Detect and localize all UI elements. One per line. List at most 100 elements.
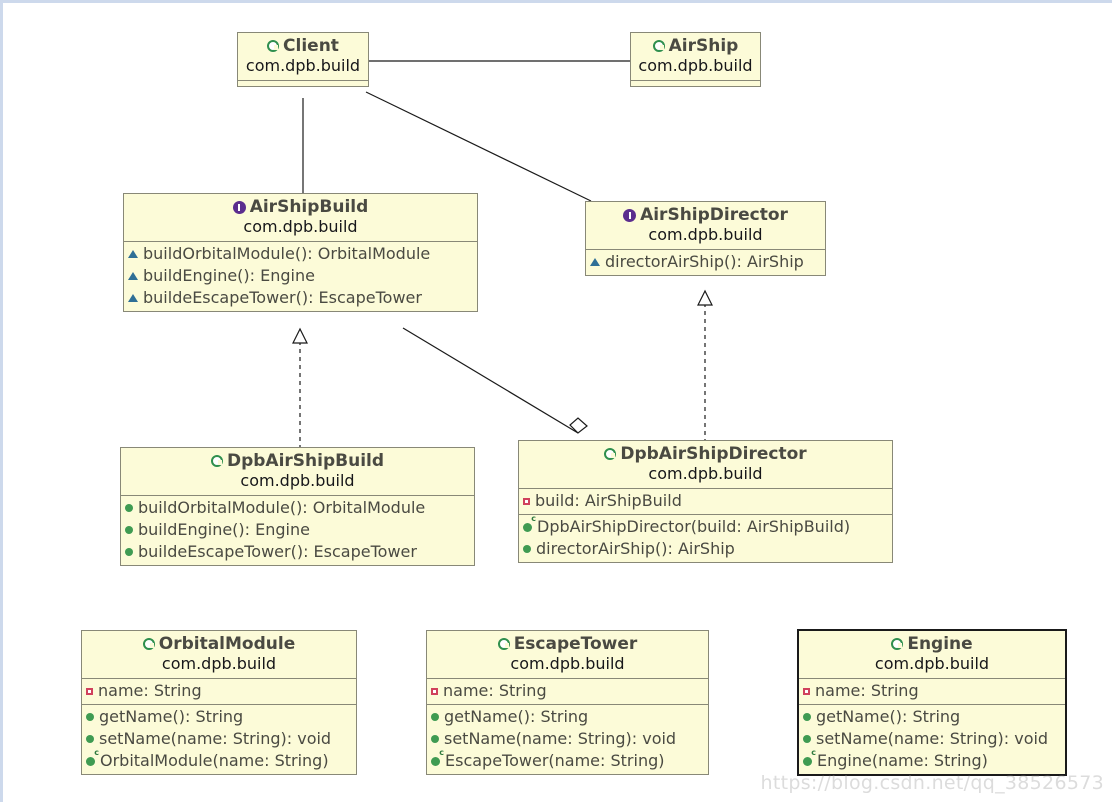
airshipdirector-name: AirShipDirector [640,205,788,225]
public-method-icon [125,504,133,512]
class-icon [891,638,904,650]
member-label: setName(name: String): void [444,729,677,748]
uml-diagram-canvas: Client com.dpb.build AirShip com.dpb.bui… [0,0,1112,802]
member-row[interactable]: buildeEscapeTower(): EscapeTower [121,541,474,563]
uml-class-dpbairshipbuild[interactable]: DpbAirShipBuild com.dpb.build buildOrbit… [120,447,475,566]
member-row[interactable]: directorAirShip(): AirShip [586,251,825,273]
escapetower-package: com.dpb.build [510,654,625,673]
client-package: com.dpb.build [245,56,361,75]
uml-class-escapetower[interactable]: EscapeTower com.dpb.build name: String g… [426,630,709,775]
class-icon [652,40,665,52]
member-label: EscapeTower(name: String) [445,751,665,770]
uml-class-dpbairshipdirector[interactable]: DpbAirShipDirector com.dpb.build build: … [518,440,893,563]
orbitalmodule-name: OrbitalModule [158,634,296,654]
public-method-icon [803,735,811,743]
airship-empty-compartment [631,80,760,86]
member-row[interactable]: setName(name: String): void [799,728,1065,750]
member-row[interactable]: EscapeTower(name: String) [427,749,708,772]
member-row[interactable]: Engine(name: String) [799,749,1065,772]
member-row[interactable]: getName(): String [82,706,356,728]
public-method-icon [431,735,439,743]
client-title: Client [244,36,362,56]
dpbairshipdirector-header: DpbAirShipDirector com.dpb.build [519,441,892,489]
private-field-icon [523,497,530,505]
member-label: DpbAirShipDirector(build: AirShipBuild) [537,517,851,536]
constructor-icon [523,515,536,532]
watermark-text: https://blog.csdn.net/qq_38526573 [760,772,1104,794]
interface-icon [232,200,246,214]
realization-arrowhead-airshipbuild [292,327,308,344]
orbitalmodule-package: com.dpb.build [161,654,277,673]
member-label: OrbitalModule(name: String) [100,751,329,770]
engine-name: Engine [907,634,973,654]
uml-class-orbitalmodule[interactable]: OrbitalModule com.dpb.build name: String… [81,630,357,775]
airship-title: AirShip [637,36,754,56]
airship-name: AirShip [668,36,739,56]
member-row[interactable]: buildeEscapeTower(): EscapeTower [124,287,477,309]
member-row[interactable]: setName(name: String): void [427,728,708,750]
public-method-icon [431,713,439,721]
constructor-icon [431,749,444,766]
member-label: directorAirShip(): AirShip [536,539,735,558]
escapetower-header: EscapeTower com.dpb.build [427,631,708,679]
uml-interface-airshipbuild[interactable]: AirShipBuild com.dpb.build buildOrbitalM… [123,193,478,312]
member-label: buildeEscapeTower(): EscapeTower [143,288,422,307]
airshipdirector-methods: directorAirShip(): AirShip [586,250,825,275]
member-label: getName(): String [444,707,589,726]
engine-methods: getName(): String setName(name: String):… [799,704,1065,774]
dpbairshipbuild-package: com.dpb.build [240,471,355,490]
member-row[interactable]: OrbitalModule(name: String) [82,749,356,772]
dpbairshipbuild-name: DpbAirShipBuild [226,451,385,471]
field-row[interactable]: build: AirShipBuild [519,490,892,512]
member-row[interactable]: DpbAirShipDirector(build: AirShipBuild) [519,515,892,538]
member-label: buildEngine(): Engine [138,520,310,539]
field-row[interactable]: name: String [82,680,356,702]
dpbairshipdirector-name: DpbAirShipDirector [620,444,807,464]
member-label: buildOrbitalModule(): OrbitalModule [138,498,426,517]
edge-client-airshipdirector [365,91,592,202]
public-method-icon [86,735,94,743]
engine-title: Engine [805,634,1059,654]
member-row[interactable]: buildEngine(): Engine [124,265,477,287]
member-label: directorAirShip(): AirShip [605,252,804,271]
orbitalmodule-methods: getName(): String setName(name: String):… [82,704,356,774]
airshipbuild-name: AirShipBuild [249,197,369,217]
uml-interface-airshipdirector[interactable]: AirShipDirector com.dpb.build directorAi… [585,201,826,276]
aggregation-diamond [569,417,588,434]
engine-header: Engine com.dpb.build [799,631,1065,679]
class-icon [497,638,510,650]
public-method-icon [125,548,133,556]
public-method-icon [125,526,133,534]
member-row[interactable]: buildEngine(): Engine [121,519,474,541]
member-label: Engine(name: String) [817,751,988,770]
airshipdirector-title: AirShipDirector [592,205,819,225]
constructor-icon [803,749,816,766]
member-row[interactable]: getName(): String [799,706,1065,728]
abstract-method-icon [590,258,600,266]
uml-class-engine[interactable]: Engine com.dpb.build name: String getNam… [797,629,1067,776]
field-row[interactable]: name: String [799,680,1065,702]
client-header: Client com.dpb.build [238,33,368,80]
airshipbuild-package: com.dpb.build [243,217,358,236]
engine-fields: name: String [799,679,1065,704]
class-icon [142,638,155,650]
uml-class-client[interactable]: Client com.dpb.build [237,32,369,87]
field-row[interactable]: name: String [427,680,708,702]
airship-header: AirShip com.dpb.build [631,33,760,80]
escapetower-methods: getName(): String setName(name: String):… [427,704,708,774]
engine-package: com.dpb.build [874,654,990,673]
member-row[interactable]: getName(): String [427,706,708,728]
dpbairshipdirector-fields: build: AirShipBuild [519,489,892,514]
member-row[interactable]: buildOrbitalModule(): OrbitalModule [121,497,474,519]
field-label: build: AirShipBuild [535,491,682,510]
member-label: getName(): String [816,707,961,726]
member-row[interactable]: setName(name: String): void [82,728,356,750]
member-row[interactable]: buildOrbitalModule(): OrbitalModule [124,243,477,265]
airship-package: com.dpb.build [638,56,753,75]
airshipdirector-package: com.dpb.build [648,225,763,244]
uml-class-airship[interactable]: AirShip com.dpb.build [630,32,761,87]
orbitalmodule-header: OrbitalModule com.dpb.build [82,631,356,679]
member-label: getName(): String [99,707,244,726]
dpbairshipbuild-header: DpbAirShipBuild com.dpb.build [121,448,474,496]
member-row[interactable]: directorAirShip(): AirShip [519,538,892,560]
